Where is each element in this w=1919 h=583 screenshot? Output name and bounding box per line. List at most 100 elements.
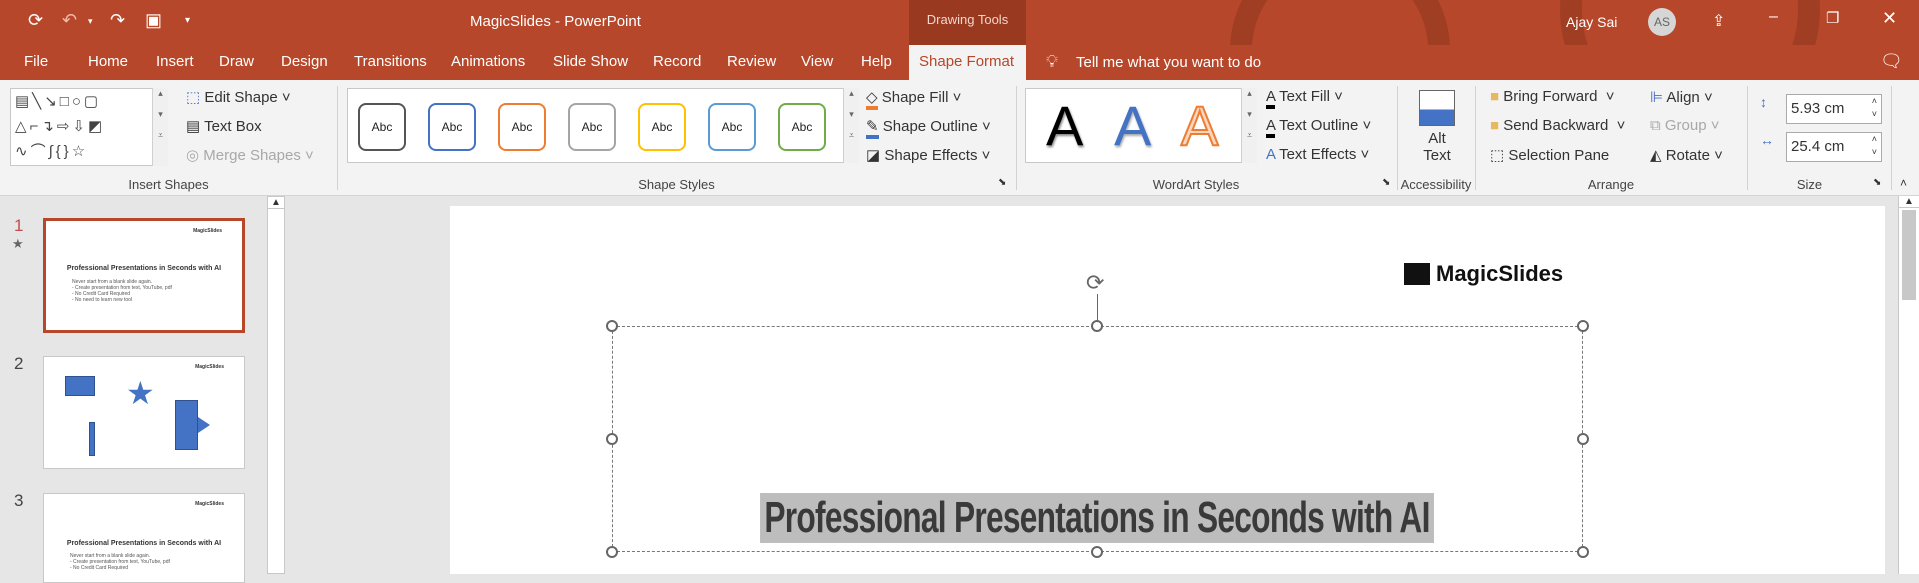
- thumb-body-line: - No Credit Card Required: [70, 565, 129, 571]
- resize-handle[interactable]: [606, 546, 618, 558]
- tab-slide-show[interactable]: Slide Show: [553, 53, 628, 70]
- wordart-gallery[interactable]: A A A: [1025, 88, 1257, 163]
- shape-width-input[interactable]: 25.4 cm ˄ ˅: [1786, 132, 1882, 162]
- shapes-gallery[interactable]: ▤╲↘□○▢ △⌐↴⇨⇩◩ ∿⌒∫{}☆: [10, 88, 168, 166]
- tab-shape-format[interactable]: Shape Format: [909, 45, 1026, 80]
- resize-handle[interactable]: [1091, 320, 1103, 332]
- thumbnail-scrollbar[interactable]: ▲: [267, 196, 285, 574]
- slide-thumbnail-2[interactable]: MagicSlides ★: [43, 356, 245, 469]
- text-outline-label: Text Outline: [1279, 117, 1359, 134]
- wordart-option[interactable]: A: [1114, 93, 1151, 158]
- tab-insert[interactable]: Insert: [156, 53, 194, 70]
- shape-row[interactable]: ∿⌒∫{}☆: [15, 139, 167, 164]
- group-label-insert-shapes: Insert Shapes: [128, 177, 209, 192]
- tab-transitions[interactable]: Transitions: [354, 53, 427, 70]
- shape-styles-scroll[interactable]: ▴ ▾ ⩡: [843, 88, 859, 163]
- tab-view[interactable]: View: [801, 53, 833, 70]
- wordart-option[interactable]: A: [1180, 93, 1219, 158]
- group-label: Group: [1664, 117, 1707, 134]
- shapes-gallery-scroll[interactable]: ▴ ▾ ⩡: [152, 88, 168, 166]
- selected-textbox[interactable]: Professional Presentations in Seconds wi…: [612, 326, 1583, 552]
- tab-record[interactable]: Record: [653, 53, 701, 70]
- comments-icon[interactable]: 🗨︎: [1880, 51, 1903, 72]
- tab-design[interactable]: Design: [281, 53, 328, 70]
- rotate-button[interactable]: ◭ Rotate ˅: [1650, 146, 1723, 164]
- close-icon[interactable]: ✕: [1882, 8, 1897, 29]
- bring-forward-button[interactable]: ■ Bring Forward ˅: [1490, 88, 1615, 105]
- slide-title[interactable]: Professional Presentations in Seconds wi…: [760, 493, 1435, 543]
- selection-pane-button[interactable]: ⬚ Selection Pane: [1490, 146, 1609, 164]
- width-spinner[interactable]: ˄ ˅: [1872, 133, 1877, 159]
- dialog-launcher-icon[interactable]: ⬊: [998, 177, 1006, 188]
- alt-text-button[interactable]: Alt Text: [1400, 88, 1474, 174]
- slide-canvas[interactable]: MagicSlides ⟳ Professional Presentations…: [450, 206, 1885, 574]
- slide-thumbnail-3[interactable]: MagicSlides Professional Presentations i…: [43, 493, 245, 583]
- resize-handle[interactable]: [606, 433, 618, 445]
- tab-home[interactable]: Home: [88, 53, 128, 70]
- text-outline-button[interactable]: A Text Outline ˅: [1266, 117, 1371, 138]
- align-button[interactable]: ⊫ Align ˅: [1650, 88, 1713, 106]
- tab-review[interactable]: Review: [727, 53, 776, 70]
- height-spinner[interactable]: ˄ ˅: [1872, 95, 1877, 121]
- undo-icon[interactable]: ↶: [62, 10, 77, 31]
- shape-style-option[interactable]: Abc: [568, 103, 616, 151]
- text-effects-button[interactable]: A Text Effects ˅: [1266, 146, 1369, 163]
- resize-handle[interactable]: [1577, 546, 1589, 558]
- scroll-thumb[interactable]: [1902, 210, 1916, 300]
- tab-draw[interactable]: Draw: [219, 53, 254, 70]
- height-icon: ↕: [1760, 94, 1767, 110]
- shape-style-option[interactable]: Abc: [708, 103, 756, 151]
- send-backward-button[interactable]: ■ Send Backward ˅: [1490, 117, 1625, 134]
- resize-handle[interactable]: [1091, 546, 1103, 558]
- shape-style-option[interactable]: Abc: [358, 103, 406, 151]
- collapse-ribbon-icon[interactable]: ˄: [1900, 176, 1907, 190]
- scroll-up-icon[interactable]: ▲: [1899, 196, 1919, 208]
- shape-style-option[interactable]: Abc: [778, 103, 826, 151]
- undo-dropdown-icon[interactable]: ▾: [88, 16, 93, 27]
- ribbon-display-options-icon[interactable]: ⇪: [1712, 11, 1725, 31]
- shape-row[interactable]: ▤╲↘□○▢: [15, 89, 167, 114]
- shape-style-option[interactable]: Abc: [428, 103, 476, 151]
- rotate-handle-icon[interactable]: ⟳: [1086, 270, 1104, 296]
- text-box-label: Text Box: [204, 118, 262, 135]
- minimize-icon[interactable]: –: [1769, 8, 1778, 26]
- shape-width-value: 25.4 cm: [1791, 138, 1845, 155]
- user-avatar[interactable]: AS: [1648, 8, 1676, 36]
- customize-qat-icon[interactable]: ▾: [185, 15, 190, 26]
- tab-animations[interactable]: Animations: [451, 53, 525, 70]
- resize-handle[interactable]: [1577, 433, 1589, 445]
- shape-style-option[interactable]: Abc: [638, 103, 686, 151]
- merge-shapes-button: ◎ Merge Shapes ˅: [186, 147, 314, 164]
- scroll-up-icon[interactable]: ▲: [268, 197, 284, 209]
- editor-scrollbar[interactable]: ▲: [1898, 196, 1919, 574]
- shape-style-option[interactable]: Abc: [498, 103, 546, 151]
- tab-help[interactable]: Help: [861, 53, 892, 70]
- thumb-body: Never start from a blank slide again. - …: [70, 553, 170, 571]
- autosave-icon[interactable]: ⟳: [28, 10, 43, 31]
- slide-thumbnail-1[interactable]: MagicSlides Professional Presentations i…: [43, 218, 245, 333]
- rotate-icon: ◭: [1650, 147, 1662, 164]
- shape-fill-button[interactable]: ◇ Shape Fill ˅: [866, 88, 961, 110]
- shape-outline-button[interactable]: ✎ Shape Outline ˅: [866, 117, 991, 139]
- align-label: Align: [1666, 89, 1700, 106]
- dialog-launcher-icon[interactable]: ⬊: [1873, 177, 1881, 188]
- shape-row[interactable]: △⌐↴⇨⇩◩: [15, 114, 167, 139]
- user-name[interactable]: Ajay Sai: [1566, 14, 1617, 30]
- present-from-start-icon[interactable]: ▣: [145, 10, 162, 31]
- dialog-launcher-icon[interactable]: ⬊: [1382, 177, 1390, 188]
- rotate-label: Rotate: [1665, 147, 1710, 164]
- resize-handle[interactable]: [1577, 320, 1589, 332]
- text-box-button[interactable]: ▤ Text Box: [186, 117, 262, 135]
- shape-effects-button[interactable]: ◪ Shape Effects ˅: [866, 146, 990, 164]
- wordart-scroll[interactable]: ▴ ▾ ⩡: [1241, 88, 1257, 163]
- resize-handle[interactable]: [606, 320, 618, 332]
- wordart-option[interactable]: A: [1046, 93, 1083, 158]
- shape-styles-gallery[interactable]: Abc Abc Abc Abc Abc Abc Abc: [347, 88, 859, 163]
- text-fill-button[interactable]: A Text Fill ˅: [1266, 88, 1343, 109]
- edit-shape-button[interactable]: ⬚ Edit Shape ˅: [186, 88, 291, 106]
- tab-file[interactable]: File: [24, 53, 48, 70]
- restore-icon[interactable]: ❐: [1826, 9, 1839, 27]
- tell-me-search[interactable]: Tell me what you want to do: [1076, 54, 1261, 71]
- redo-icon[interactable]: ↷: [110, 10, 125, 31]
- shape-height-input[interactable]: 5.93 cm ˄ ˅: [1786, 94, 1882, 124]
